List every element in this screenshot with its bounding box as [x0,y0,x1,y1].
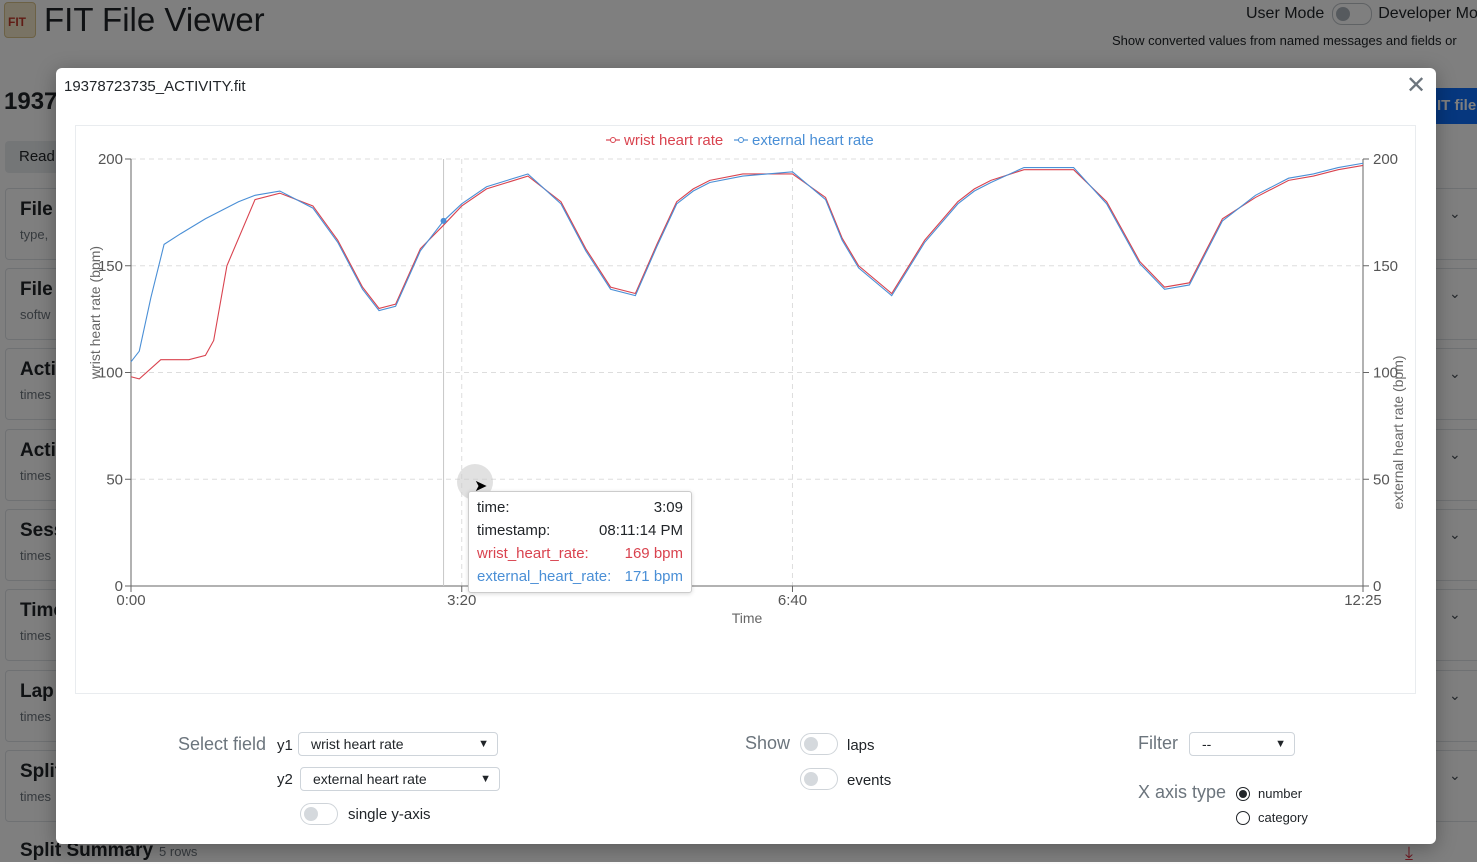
y2-tick-label: 150 [1373,258,1398,275]
y1-tick-label: 200 [98,151,123,168]
x-tick-label: 3:20 [447,592,476,609]
tooltip-time-row: time: 3:09 [477,499,683,519]
close-icon[interactable]: ✕ [1406,74,1426,98]
y1-tick-label: 50 [106,471,123,488]
chart-container: 0 0 50 50 100 100 150 150 200 200 0:00 3:20 6:40 12:2… [75,125,1416,694]
single-y-axis-label: single y-axis [348,806,431,823]
filter-select[interactable]: -- ▼ [1189,732,1295,756]
events-toggle[interactable] [800,768,838,790]
hover-point [440,217,447,224]
tooltip-timestamp-key: timestamp: [477,522,551,539]
heart-rate-chart[interactable]: 0 050 50100 100150 150200 2000:00 3:20 6:40 12:2… [76,126,1417,695]
legend-external-heart-rate: external heart rate [752,132,874,149]
select-field-label: Select field [178,734,267,754]
modal-title: 19378723735_ACTIVITY.fit [64,78,246,95]
tooltip-time-value: 3:09 [653,499,683,516]
y2-tick-label: 50 [1373,471,1390,488]
legend-marker [610,137,616,143]
y2-select-value: external heart rate [313,771,427,787]
y1-select-value: wrist heart rate [311,736,404,752]
laps-label: laps [847,737,875,754]
x-tick-label: 6:40 [778,592,807,609]
tooltip-wrist-row: wrist_heart_rate: 169 bpm [477,545,683,565]
x-axis-title: Time [732,610,763,626]
wrist-heart-rate-line [130,164,1364,380]
tooltip-wrist-key: wrist_heart_rate: [477,545,589,562]
y1-axis-title: wrist heart rate (bpm) [87,246,103,380]
x-axis-category-label: category [1258,810,1308,825]
y1-label: y1 [277,737,293,754]
x-axis-type-label: X axis type [1138,782,1227,802]
x-axis-category-radio[interactable] [1236,811,1250,825]
x-axis-number-radio[interactable] [1236,787,1250,801]
laps-toggle[interactable] [800,733,838,755]
x-tick-label: 0:00 [116,592,145,609]
tooltip-timestamp-row: timestamp: 08:11:14 PM [477,522,683,542]
show-label: Show [745,733,791,753]
tooltip-external-key: external_heart_rate: [477,568,612,585]
tooltip-wrist-value: 169 bpm [624,545,683,562]
tooltip-time-key: time: [477,499,510,516]
chevron-down-icon: ▼ [480,773,491,785]
y2-tick-label: 200 [1373,151,1398,168]
filter-select-value: -- [1202,736,1212,752]
y2-select[interactable]: external heart rate ▼ [300,767,500,791]
chart-tooltip: time: 3:09 timestamp: 08:11:14 PM wrist_… [468,491,692,593]
y2-label: y2 [277,771,293,788]
tooltip-external-value: 171 bpm [624,568,683,585]
x-axis-number-label: number [1258,786,1303,801]
single-y-axis-toggle[interactable] [300,803,338,825]
x-tick-label: 12:25 [1344,592,1382,609]
legend-wrist-heart-rate: wrist heart rate [623,132,723,149]
y2-axis-title: external heart rate (bpm) [1390,355,1406,509]
tooltip-external-row: external_heart_rate: 171 bpm [477,568,683,588]
y1-select[interactable]: wrist heart rate ▼ [298,732,498,756]
tooltip-timestamp-value: 08:11:14 PM [599,522,683,539]
chevron-down-icon: ▼ [478,738,489,750]
legend-marker [738,137,744,143]
external-heart-rate-line [130,162,1364,363]
events-label: events [847,772,892,789]
chart-modal: 19378723735_ACTIVITY.fit ✕ 0 0 50 50 100 100 1… [56,68,1436,844]
chevron-down-icon: ▼ [1275,738,1286,750]
filter-label: Filter [1138,733,1178,753]
